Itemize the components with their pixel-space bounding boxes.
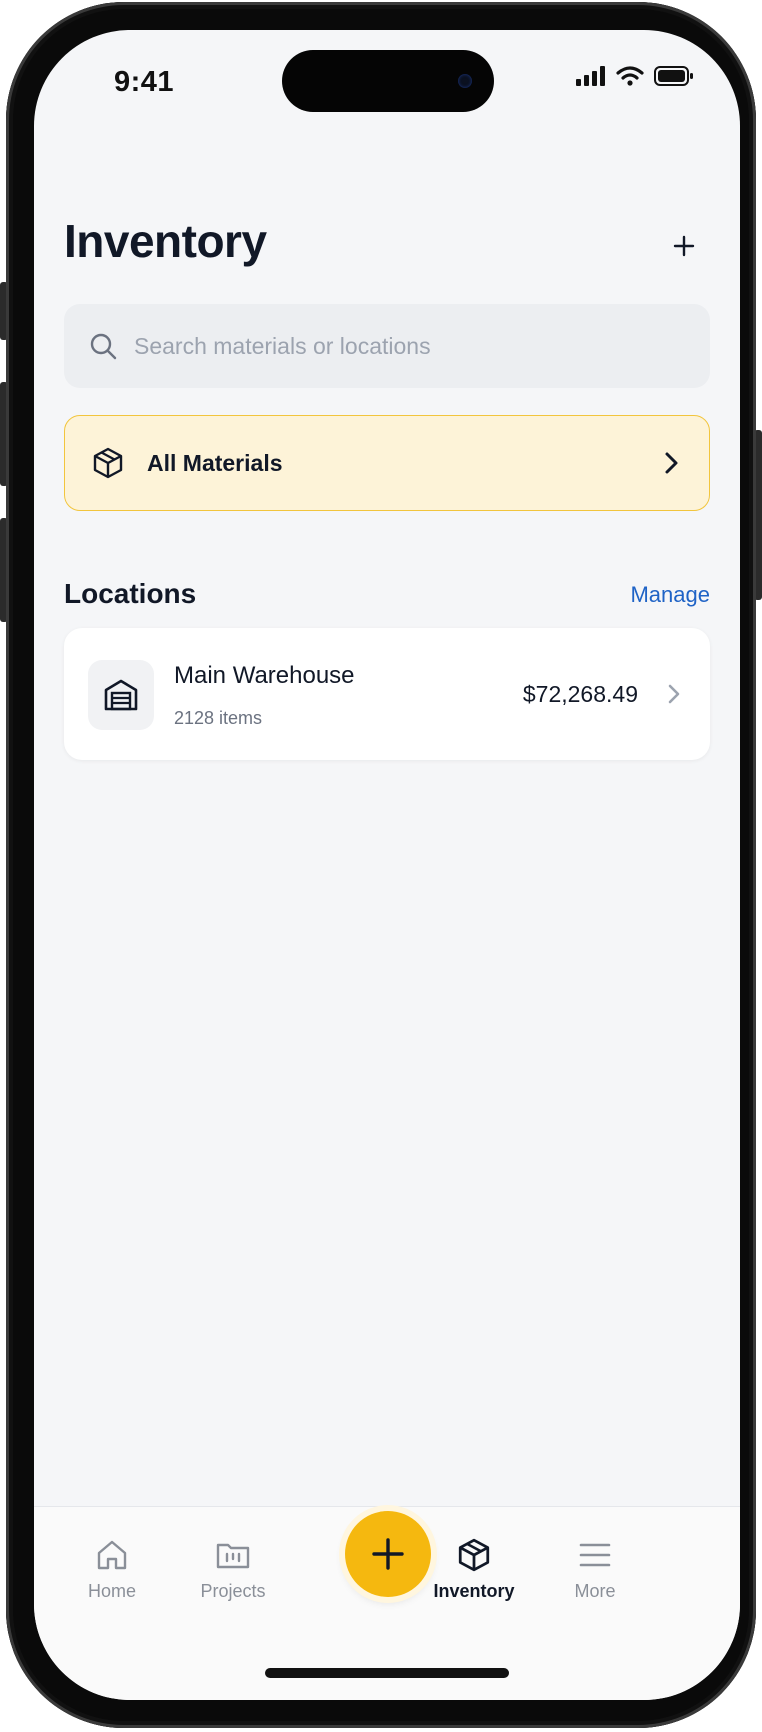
location-value: $72,268.49 — [522, 681, 638, 707]
all-materials-label: All Materials — [147, 449, 283, 476]
search-placeholder[interactable]: Search materials or locations — [134, 333, 431, 360]
app-screen: 9:41 Inventory Search materials or locat… — [34, 30, 740, 1700]
search-icon — [90, 333, 117, 360]
tab-label: Projects — [200, 1581, 266, 1601]
dynamic-island — [282, 50, 494, 112]
search-field[interactable]: Search materials or locations — [64, 304, 710, 388]
status-icons — [576, 66, 694, 86]
home-indicator[interactable] — [265, 1668, 509, 1678]
locations-heading: Locations — [64, 578, 197, 609]
location-row-main-warehouse[interactable]: Main Warehouse 2128 items $72,268.49 — [64, 628, 710, 760]
tab-label: Home — [87, 1581, 136, 1601]
tab-home[interactable]: Home — [57, 1537, 167, 1602]
tab-more[interactable]: More — [540, 1537, 650, 1602]
signal-icon — [576, 66, 605, 86]
box-icon — [458, 1538, 490, 1572]
folder-icon — [216, 1543, 250, 1569]
wifi-icon — [616, 66, 644, 86]
location-name: Main Warehouse — [174, 662, 355, 689]
all-materials-row[interactable]: All Materials — [64, 415, 710, 511]
chevron-right-icon — [668, 684, 680, 704]
camera-icon — [458, 74, 472, 88]
add-button[interactable] — [664, 226, 704, 266]
phone-frame: 9:41 Inventory Search materials or locat… — [6, 2, 756, 1728]
location-item-count: 2128 items — [174, 708, 263, 728]
tab-label: More — [574, 1581, 616, 1601]
plus-icon — [673, 235, 695, 257]
battery-icon — [654, 66, 693, 86]
plus-icon — [372, 1538, 404, 1570]
tab-projects[interactable]: Projects — [178, 1537, 288, 1602]
home-icon — [97, 1540, 127, 1570]
chevron-right-icon — [665, 452, 678, 474]
location-icon-box — [88, 660, 154, 730]
tab-label: Inventory — [433, 1581, 515, 1601]
manage-link[interactable]: Manage — [630, 582, 710, 608]
status-time: 9:41 — [114, 66, 175, 98]
warehouse-icon — [104, 679, 138, 711]
menu-icon — [579, 1543, 611, 1567]
page-title: Inventory — [64, 215, 267, 267]
box-icon — [93, 447, 123, 479]
tab-inventory[interactable]: Inventory — [419, 1537, 529, 1602]
